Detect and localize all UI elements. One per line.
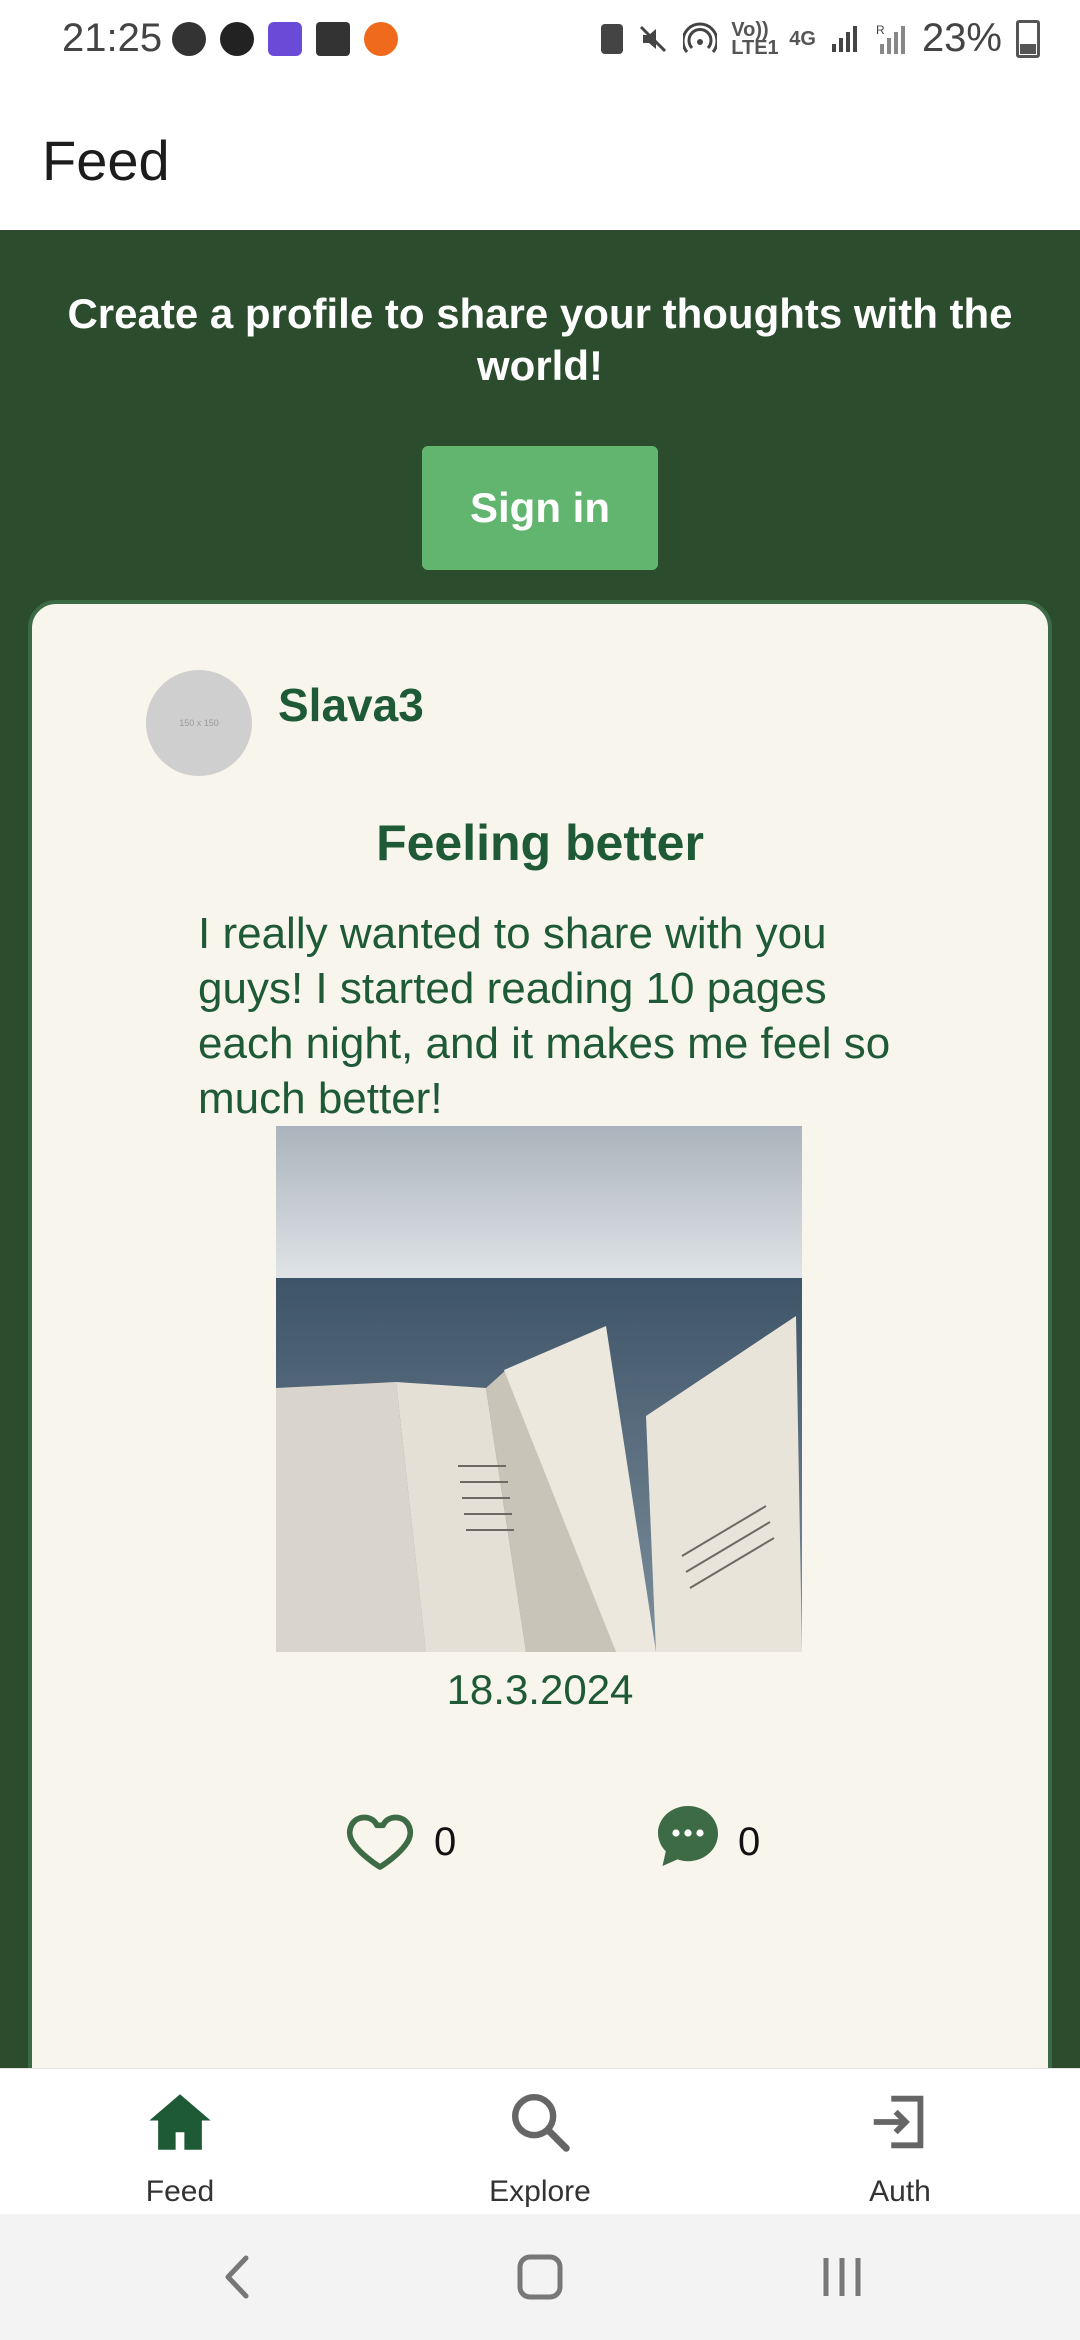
search-icon	[511, 2094, 570, 2152]
nav-label-feed: Feed	[145, 2175, 215, 2208]
list-app-icon	[268, 22, 302, 56]
heart-icon	[346, 1814, 414, 1870]
comment-button[interactable]	[652, 1800, 724, 1872]
signal-roaming-icon: R	[876, 23, 905, 54]
nav-item-auth[interactable]: Auth	[770, 2069, 1030, 2215]
4g-icon: 4G	[789, 27, 816, 50]
recent-apps-icon[interactable]	[802, 2244, 882, 2310]
comment-count: 0	[738, 1820, 761, 1864]
battery-percent: 23%	[921, 16, 1002, 60]
like-count: 0	[434, 1820, 457, 1864]
home-icon	[149, 2094, 211, 2150]
comment-icon	[658, 1806, 718, 1866]
hotspot-icon	[683, 22, 718, 53]
sign-in-button[interactable]: Sign in	[422, 446, 658, 570]
orange-dot-icon	[364, 22, 398, 56]
login-icon	[873, 2095, 924, 2149]
post-body: I really wanted to share with you guys! …	[198, 909, 891, 1123]
home-button-icon[interactable]	[500, 2244, 580, 2310]
signup-prompt: Create a profile to share your thoughts …	[67, 290, 1013, 389]
back-icon[interactable]	[198, 2244, 278, 2310]
nav-label-explore: Explore	[489, 2175, 591, 2208]
app-header: Feed	[0, 84, 1080, 231]
like-button[interactable]	[344, 1804, 416, 1876]
roaming-label: R	[876, 23, 885, 37]
avatar[interactable]: 150 x 150	[146, 670, 252, 776]
book-by-sea-photo	[276, 1126, 802, 1652]
face-icon	[172, 22, 206, 56]
battery-icon	[1016, 19, 1040, 58]
mute-icon	[640, 25, 667, 52]
volte-icon: Vo)) LTE1	[731, 18, 779, 59]
post-image[interactable]	[276, 1126, 802, 1652]
system-status-icons: Vo)) LTE1 4G R 23%	[601, 16, 1040, 61]
post-date: 18.3.2024	[446, 1666, 634, 1713]
status-bar: 21:25 Vo)) LTE1 4G R 23%	[0, 0, 1080, 84]
feed-content[interactable]: Create a profile to share your thoughts …	[0, 230, 1080, 2068]
bottom-nav: Feed Explore Auth	[0, 2068, 1080, 2215]
battery-saver-icon	[601, 23, 624, 54]
nav-item-feed[interactable]: Feed	[50, 2069, 310, 2215]
page-title: Feed	[42, 129, 170, 192]
post-author[interactable]: Slava3	[278, 678, 424, 732]
system-nav-bar	[0, 2214, 1080, 2340]
post-card[interactable]: 150 x 150 Slava3 Feeling better I really…	[28, 600, 1052, 2068]
app-a-icon	[220, 22, 254, 56]
nav-label-auth: Auth	[869, 2175, 931, 2208]
gallery-icon	[316, 22, 350, 56]
notification-icons	[172, 22, 398, 56]
post-title: Feeling better	[376, 815, 704, 871]
signal-icon	[831, 25, 857, 52]
status-time: 21:25	[62, 16, 163, 60]
nav-item-explore[interactable]: Explore	[410, 2069, 670, 2215]
